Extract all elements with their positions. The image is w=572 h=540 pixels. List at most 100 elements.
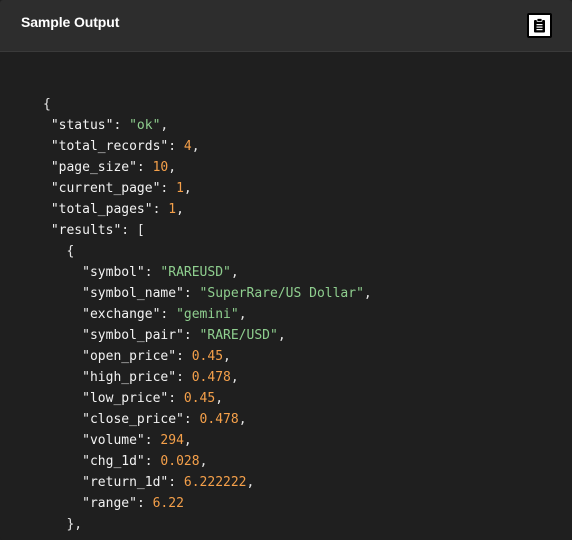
code-token: "high_price" — [82, 370, 177, 385]
code-token: 6.222222 — [183, 475, 247, 490]
sample-output-panel: Sample Output { "status": "ok", "total_r… — [0, 0, 572, 540]
code-token: "symbol_name" — [82, 286, 184, 301]
code-token: : — [176, 349, 192, 364]
code-token: : — [176, 370, 192, 385]
code-line: "current_page": 1, — [43, 178, 192, 199]
code-line: "symbol_pair": "RARE/USD", — [43, 325, 286, 346]
code-token: "total_records" — [50, 139, 169, 154]
code-line: "status": "ok", — [43, 115, 168, 136]
code-token: : — [152, 202, 169, 217]
code-token: 1 — [176, 181, 184, 196]
code-token: 0.45 — [183, 391, 216, 406]
code-token: "return_1d" — [82, 475, 169, 490]
code-line: "total_pages": 1, — [43, 199, 184, 220]
code-token: "total_pages" — [50, 202, 153, 217]
code-token: , — [168, 160, 177, 175]
code-token: , — [230, 265, 239, 280]
code-line: "close_price": 0.478, — [43, 409, 247, 430]
code-token: , — [223, 349, 231, 364]
code-token: "open_price" — [82, 349, 177, 364]
code-token: , — [183, 433, 192, 448]
code-line: { — [43, 94, 51, 115]
code-token: : — [160, 181, 177, 196]
code-token: "results" — [50, 223, 122, 238]
code-token: "close_price" — [82, 412, 184, 427]
code-token: , — [199, 454, 208, 469]
code-token: : — [160, 307, 177, 322]
code-token: "symbol_pair" — [82, 328, 184, 343]
code-token: 294 — [160, 433, 184, 448]
code-token: "volume" — [82, 433, 145, 448]
code-token: "RAREUSD" — [160, 265, 231, 280]
code-token: , — [363, 286, 372, 301]
code-token: "page_size" — [50, 160, 137, 175]
code-token: 4 — [183, 139, 192, 154]
code-token: , — [230, 370, 239, 385]
code-line: "high_price": 0.478, — [43, 367, 239, 388]
code-line: "symbol_name": "SuperRare/US Dollar", — [43, 283, 372, 304]
code-token: , — [191, 139, 200, 154]
code-token: 0.478 — [199, 412, 239, 427]
code-line: "total_records": 4, — [43, 136, 200, 157]
code-token: : — [136, 160, 153, 175]
code-token: 0.478 — [191, 370, 231, 385]
code-token: "SuperRare/US Dollar" — [199, 286, 364, 301]
code-token: : — [183, 286, 200, 301]
code-line: "range": 6.22 — [43, 493, 184, 514]
code-token: "current_page" — [50, 181, 161, 196]
code-token: : — [136, 496, 153, 511]
code-token: : — [113, 118, 130, 133]
code-token: "exchange" — [82, 307, 161, 322]
code-token: : — [144, 265, 161, 280]
code-token: , — [215, 391, 224, 406]
code-line: "volume": 294, — [43, 430, 192, 451]
code-token: : — [183, 328, 200, 343]
copy-button[interactable] — [527, 13, 552, 38]
code-token: "RARE/USD" — [199, 328, 278, 343]
code-line: "page_size": 10, — [43, 157, 176, 178]
clipboard-icon — [534, 18, 545, 33]
code-token: , — [277, 328, 286, 343]
code-line: "low_price": 0.45, — [43, 388, 223, 409]
code-indent: }, — [43, 517, 83, 532]
code-token: : — [144, 433, 161, 448]
code-token: , — [238, 307, 247, 322]
panel-header: Sample Output — [0, 0, 572, 52]
code-line: "open_price": 0.45, — [43, 346, 231, 367]
code-token: "symbol" — [82, 265, 145, 280]
code-token: , — [160, 118, 169, 133]
code-token: 6.22 — [152, 496, 184, 511]
code-line: "exchange": "gemini", — [43, 304, 247, 325]
code-block: { "status": "ok", "total_records": 4, "p… — [0, 52, 572, 540]
code-line: "symbol": "RAREUSD", — [43, 262, 239, 283]
code-token: : — [183, 412, 200, 427]
code-line: "chg_1d": 0.028, — [43, 451, 207, 472]
code-token: : [ — [121, 223, 145, 238]
code-line: "return_1d": 6.222222, — [43, 472, 254, 493]
code-indent: { — [43, 97, 51, 112]
code-token: , — [238, 412, 247, 427]
code-token: : — [144, 454, 161, 469]
panel-title: Sample Output — [21, 14, 120, 30]
code-token: : — [168, 391, 184, 406]
code-token: "range" — [82, 496, 137, 511]
code-token: : — [168, 475, 184, 490]
